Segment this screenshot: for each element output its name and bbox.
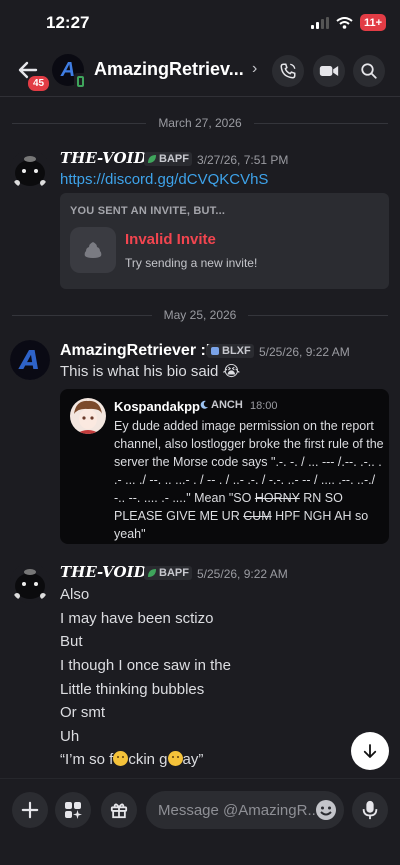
quoted-user-avatar — [70, 398, 106, 434]
leaf-icon — [148, 569, 156, 577]
phone-icon — [280, 63, 296, 79]
flushed-emoji-icon — [167, 751, 183, 766]
shield-icon — [211, 347, 219, 355]
message-text: This is what his bio said 😭 — [60, 363, 241, 380]
voice-call-button[interactable] — [272, 55, 304, 87]
header-divider — [0, 96, 400, 97]
username[interactable]: THE-VOID — [60, 563, 147, 581]
status-time: 12:27 — [46, 13, 90, 32]
message-line: I though I once saw in the — [60, 657, 231, 674]
search-button[interactable] — [353, 55, 385, 87]
quoted-text: Ey dude added image permission on the re… — [114, 419, 384, 505]
void-avatar-image — [10, 563, 50, 603]
invite-subtitle: Try sending a new invite! — [125, 256, 258, 270]
invite-header: YOU SENT AN INVITE, BUT... — [70, 205, 226, 217]
microphone-icon — [362, 800, 378, 820]
video-camera-icon — [319, 66, 339, 76]
timestamp: 3/27/26, 7:51 PM — [197, 153, 289, 167]
server-tag-label: BAPF — [159, 153, 189, 165]
message-line-part: “I’m so f — [60, 751, 114, 768]
message-line: Or smt — [60, 704, 105, 721]
quoted-server-tag: ANCH — [199, 399, 243, 411]
moon-icon — [200, 400, 208, 409]
server-tag: BAPF — [144, 566, 192, 580]
quoted-time: 18:00 — [250, 400, 278, 412]
arrow-down-icon — [363, 744, 377, 758]
jump-to-bottom-button[interactable] — [351, 732, 389, 770]
user-avatar[interactable]: A — [10, 340, 50, 380]
add-attachment-button[interactable] — [12, 792, 48, 828]
gift-button[interactable] — [101, 792, 137, 828]
apps-sparkle-icon — [65, 802, 82, 819]
message-composer — [0, 778, 400, 865]
timestamp: 5/25/26, 9:22 AM — [259, 345, 350, 359]
message-line: I may have been sctizo — [60, 610, 214, 627]
apps-button[interactable] — [55, 792, 91, 828]
quoted-strikethrough: CUM — [243, 509, 272, 523]
amazing-avatar-image: A — [10, 340, 50, 380]
quoted-tag-label: ANCH — [211, 399, 243, 411]
timestamp: 5/25/26, 9:22 AM — [197, 567, 288, 581]
flushed-emoji-icon — [113, 751, 129, 766]
plus-icon — [21, 801, 39, 819]
svg-text:A: A — [18, 346, 40, 376]
emoji-picker-icon[interactable] — [314, 798, 338, 822]
date-separator-label: May 25, 2026 — [163, 308, 237, 322]
voice-message-button[interactable] — [352, 792, 388, 828]
message-line: Uh — [60, 728, 80, 745]
mobile-status-icon — [74, 73, 87, 89]
message-line-part: ckin g — [128, 751, 168, 768]
header-avatar[interactable]: A — [52, 54, 87, 89]
invite-link[interactable]: https://discord.gg/dCVQKCVhS — [60, 171, 268, 188]
void-avatar-image — [10, 150, 50, 190]
message-line-part: ay” — [182, 751, 204, 768]
signal-icon — [310, 16, 329, 29]
server-tag-label: BAPF — [159, 567, 189, 579]
username[interactable]: THE-VOID — [60, 149, 147, 167]
quoted-body: Ey dude added image permission on the re… — [114, 417, 384, 543]
username[interactable]: AmazingRetriever :D — [60, 342, 217, 360]
date-separator: March 27, 2026 — [0, 113, 400, 133]
server-tag: BLXF — [207, 344, 254, 358]
channel-title[interactable]: AmazingRetriev... — [94, 59, 244, 80]
video-call-button[interactable] — [313, 55, 345, 87]
leaf-icon — [148, 155, 156, 163]
server-tag-label: BLXF — [222, 345, 251, 357]
invite-title: Invalid Invite — [125, 231, 216, 248]
unread-badge: 45 — [26, 74, 52, 93]
date-separator: May 25, 2026 — [0, 305, 400, 325]
status-icons: 11+ — [310, 14, 386, 31]
server-tag: BAPF — [144, 152, 192, 166]
user-avatar[interactable] — [10, 150, 50, 190]
battery-icon: 11+ — [359, 14, 386, 31]
quoted-message[interactable]: Kospandakpp ANCH 18:00 Ey dude added ima… — [60, 389, 389, 544]
user-avatar[interactable] — [10, 563, 50, 603]
message-line: But — [60, 633, 83, 650]
search-icon — [361, 63, 377, 79]
broken-invite-icon — [70, 227, 116, 273]
invite-embed: YOU SENT AN INVITE, BUT... Invalid Invit… — [60, 193, 389, 289]
date-separator-label: March 27, 2026 — [158, 116, 242, 130]
message-line: Little thinking bubbles — [60, 681, 205, 698]
quoted-username: Kospandakpp — [114, 399, 200, 414]
wifi-icon — [336, 16, 353, 29]
quoted-strikethrough: HORNY — [254, 491, 300, 505]
gift-icon — [110, 803, 128, 819]
status-bar: 12:27 11+ — [0, 0, 400, 46]
chevron-right-icon[interactable]: › — [252, 60, 257, 78]
message-line: “I’m so f ckin g ay” — [60, 751, 203, 768]
dm-header: 45 A AmazingRetriev... › — [0, 46, 400, 96]
message-line: Also — [60, 586, 90, 603]
